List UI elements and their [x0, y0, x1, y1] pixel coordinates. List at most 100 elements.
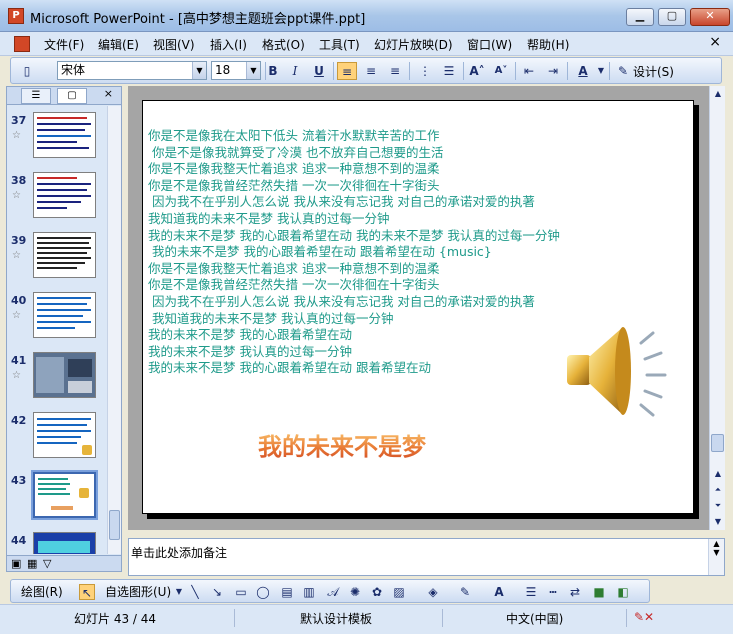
tab-outline[interactable]: ☰ [21, 88, 51, 104]
next-slide-icon[interactable]: ⏷ [712, 500, 724, 512]
slide-counter: 幻灯片 43 / 44 [74, 612, 157, 626]
numbering-icon[interactable]: ⋮ [415, 62, 435, 80]
menu-format[interactable]: 格式(O) [262, 36, 305, 53]
thumbnail-40[interactable]: 40 ☆ [7, 290, 107, 350]
align-left-icon[interactable]: ≡ [337, 62, 357, 80]
diagram-icon[interactable]: ✺ [347, 584, 363, 600]
thumbnail-image[interactable] [33, 112, 96, 158]
menu-view[interactable]: 视图(V) [153, 36, 195, 53]
previous-slide-icon[interactable]: ⏶ [712, 484, 724, 496]
thumbnail-image[interactable] [33, 352, 96, 398]
menu-help[interactable]: 帮助(H) [527, 36, 569, 53]
new-document-icon[interactable]: ▯ [17, 62, 37, 80]
normal-view-icon[interactable]: ▣ [11, 557, 21, 570]
select-pointer-icon[interactable]: ↖ [79, 584, 95, 600]
thumbnail-image[interactable] [33, 232, 96, 278]
scroll-up-icon[interactable]: ▲ [712, 468, 724, 480]
chevron-down-icon[interactable]: ▼ [591, 62, 611, 80]
shadow-icon[interactable]: ■ [591, 584, 607, 600]
scroll-up-icon[interactable]: ▲ [712, 88, 724, 100]
slide-title[interactable]: 我的未来不是梦 [258, 427, 426, 462]
font-color-icon[interactable]: A [491, 584, 507, 600]
slide-canvas[interactable]: 你是不是像我在太阳下低头 流着汗水默默辛苦的工作 你是不是像我就算受了冷漠 也不… [142, 100, 694, 514]
italic-button[interactable]: I [285, 62, 305, 80]
lyric-line: 因为我不在乎别人怎么说 我从来没有忘记我 对自己的承诺对爱的执著 [148, 293, 535, 309]
autoshapes-button[interactable]: 自选图形(U) [105, 583, 171, 600]
close-document-button[interactable]: × [709, 34, 721, 50]
arrow-icon[interactable]: ↘ [209, 584, 225, 600]
vertical-textbox-icon[interactable]: ▥ [301, 584, 317, 600]
thumbnail-41[interactable]: 41 ☆ [7, 350, 107, 410]
line-icon[interactable]: ╲ [187, 584, 203, 600]
close-button[interactable]: ✕ [690, 8, 730, 26]
formatting-toolbar: ▯ 宋体 ▼ 18 ▼ B I U ≡ ≡ ≡ ⋮ ☰ A˄ A˅ ⇤ ⇥ A … [10, 57, 722, 84]
textbox-icon[interactable]: ▤ [279, 584, 295, 600]
line-style-icon[interactable]: ☰ [523, 584, 539, 600]
draw-menu-button[interactable]: 绘图(R) [21, 583, 63, 600]
menu-tools[interactable]: 工具(T) [319, 36, 360, 53]
font-name-select[interactable]: 宋体 ▼ [57, 61, 207, 80]
thumbnail-43[interactable]: 43 [7, 470, 107, 530]
menu-window[interactable]: 窗口(W) [467, 36, 512, 53]
thumbnail-scrollbar[interactable] [107, 106, 121, 554]
minimize-button[interactable]: ▁ [626, 8, 654, 26]
document-icon[interactable] [14, 36, 30, 52]
bold-button[interactable]: B [263, 62, 283, 80]
design-button[interactable]: 设计(S) [633, 63, 674, 80]
spelling-check-icon[interactable]: ✎✕ [634, 610, 654, 624]
menu-file[interactable]: 文件(F) [44, 36, 84, 53]
decrease-font-icon[interactable]: A˅ [491, 62, 511, 80]
thumbnail-39[interactable]: 39 ☆ [7, 230, 107, 290]
align-center-icon[interactable]: ≡ [361, 62, 381, 80]
line-color-icon[interactable]: ✎ [457, 584, 473, 600]
3d-style-icon[interactable]: ◧ [615, 584, 631, 600]
notes-scrollbar[interactable]: ▲ ▼ [708, 539, 724, 575]
thumbnail-42[interactable]: 42 [7, 410, 107, 470]
maximize-button[interactable]: ▢ [658, 8, 686, 26]
underline-button[interactable]: U [309, 62, 329, 80]
lyrics-textbox[interactable]: 你是不是像我在太阳下低头 流着汗水默默辛苦的工作 你是不是像我就算受了冷漠 也不… [148, 128, 618, 377]
decrease-indent-icon[interactable]: ⇤ [519, 62, 539, 80]
scrollbar-thumb[interactable] [711, 434, 724, 452]
scroll-down-icon[interactable]: ▼ [712, 516, 724, 528]
clipart-icon[interactable]: ✿ [369, 584, 385, 600]
notes-placeholder[interactable]: 单击此处添加备注 [131, 544, 227, 561]
menu-edit[interactable]: 编辑(E) [98, 36, 139, 53]
slide-scrollbar[interactable]: ▲ ▲ ⏶ ⏷ ▼ [709, 86, 725, 530]
thumbnail-image-selected[interactable] [31, 470, 98, 520]
increase-font-icon[interactable]: A˄ [467, 62, 487, 80]
oval-icon[interactable]: ◯ [255, 584, 271, 600]
scrollbar-thumb[interactable] [109, 510, 120, 540]
picture-icon[interactable]: ▨ [391, 584, 407, 600]
thumbnail-image[interactable] [33, 292, 96, 338]
font-color-icon[interactable]: A [573, 62, 593, 80]
thumbnail-44[interactable]: 44 [7, 530, 107, 554]
tab-slides[interactable]: ▢ [57, 88, 87, 104]
slides-panel: ☰ ▢ × 37 ☆ 38 ☆ 39 ☆ 40 ☆ 41 ☆ 42 43 44 … [6, 86, 122, 572]
powerpoint-icon[interactable]: P [8, 8, 24, 24]
thumbnail-37[interactable]: 37 ☆ [7, 110, 107, 170]
slide-sorter-icon[interactable]: ▦ [27, 557, 37, 570]
bullets-icon[interactable]: ☰ [439, 62, 459, 80]
thumbnail-image[interactable] [33, 172, 96, 218]
font-size-select[interactable]: 18 ▼ [211, 61, 261, 80]
rectangle-icon[interactable]: ▭ [233, 584, 249, 600]
menu-slideshow[interactable]: 幻灯片放映(D) [374, 36, 453, 53]
thumbnail-image[interactable] [33, 532, 96, 554]
menu-insert[interactable]: 插入(I) [210, 36, 247, 53]
wordart-icon[interactable]: 𝒜 [325, 584, 341, 600]
dash-style-icon[interactable]: ┅ [545, 584, 561, 600]
notes-pane[interactable]: 单击此处添加备注 ▲ ▼ [128, 538, 725, 576]
thumbnail-number: 42 [11, 414, 27, 427]
slideshow-icon[interactable]: ▽ [43, 557, 51, 570]
arrow-style-icon[interactable]: ⇄ [567, 584, 583, 600]
lyric-line: 因为我不在乎别人怎么说 我从来没有忘记我 对自己的承诺对爱的执著 [148, 194, 535, 210]
fill-color-icon[interactable]: ◈ [425, 584, 441, 600]
thumbnail-38[interactable]: 38 ☆ [7, 170, 107, 230]
thumbnail-image[interactable] [33, 412, 96, 458]
align-right-icon[interactable]: ≡ [385, 62, 405, 80]
close-panel-button[interactable]: × [104, 87, 113, 100]
speaker-icon[interactable] [563, 319, 673, 423]
chevron-down-icon[interactable]: ▼ [171, 584, 187, 600]
increase-indent-icon[interactable]: ⇥ [543, 62, 563, 80]
